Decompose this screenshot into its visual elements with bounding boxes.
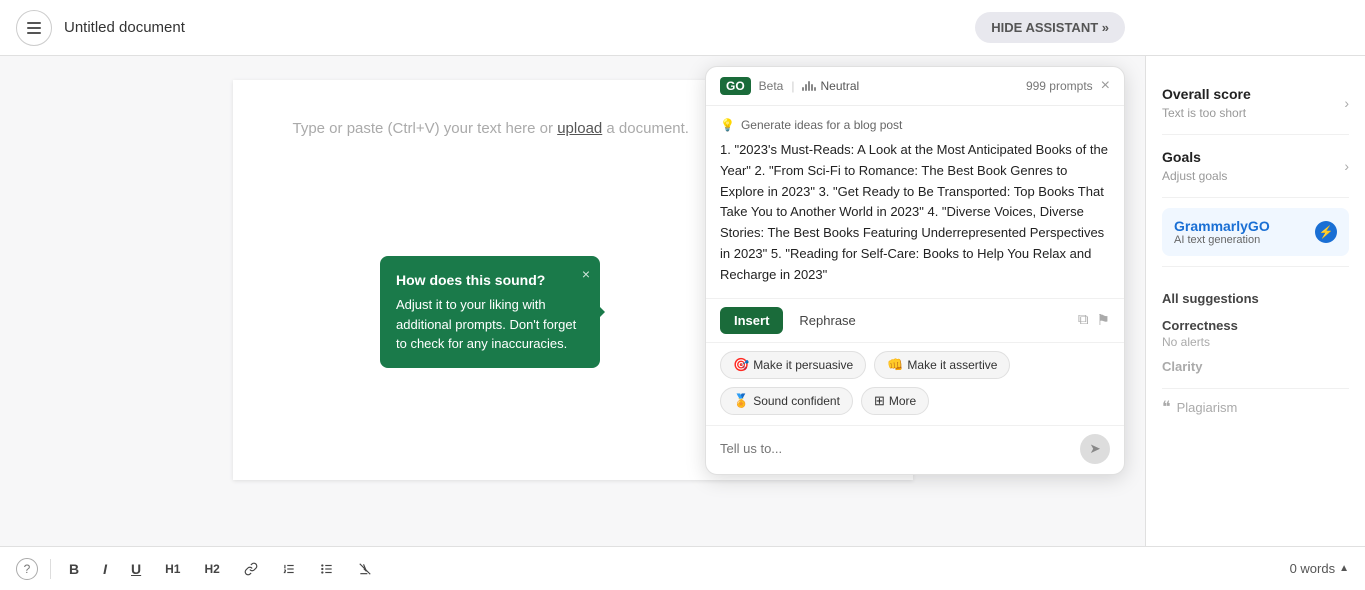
go-beta-label: Beta — [759, 79, 784, 93]
help-button[interactable]: ? — [16, 558, 38, 580]
right-sidebar: Overall score Text is too short › Goals … — [1145, 56, 1365, 546]
go-input-area: ➤ — [706, 425, 1124, 474]
neutral-bars-icon — [802, 81, 816, 91]
chip-confident[interactable]: 🏅 Sound confident — [720, 387, 853, 415]
menu-icon — [27, 22, 41, 34]
goals-row[interactable]: Goals Adjust goals › — [1162, 149, 1349, 183]
tooltip-title: How does this sound? — [396, 270, 584, 291]
flag-icon[interactable]: ⚑ — [1097, 311, 1110, 329]
fist-emoji: 👊 — [887, 357, 903, 373]
link-icon — [244, 562, 258, 576]
go-prompt-label: 💡 Generate ideas for a blog post — [720, 118, 1110, 132]
underline-button[interactable]: U — [125, 557, 147, 581]
target-emoji: 🎯 — [733, 357, 749, 373]
bold-button[interactable]: B — [63, 557, 85, 581]
goals-chevron: › — [1344, 158, 1349, 174]
clear-format-button[interactable] — [352, 558, 378, 580]
goals-title: Goals — [1162, 149, 1227, 165]
chip-assertive[interactable]: 👊 Make it assertive — [874, 351, 1010, 379]
link-button[interactable] — [238, 558, 264, 580]
grammarly-go-section: GrammarlyGO AI text generation ⚡ — [1162, 198, 1349, 267]
go-panel: GO Beta | Neutral 999 prompts × — [705, 66, 1125, 475]
correctness-title: Correctness — [1162, 312, 1349, 335]
all-suggestions-section: All suggestions Correctness No alerts Cl… — [1162, 267, 1349, 389]
lightbulb-icon: 💡 — [720, 118, 735, 132]
clarity-title: Clarity — [1162, 349, 1349, 374]
go-tell-us-input[interactable] — [720, 441, 1072, 456]
all-suggestions-title: All suggestions — [1162, 281, 1349, 312]
rephrase-button[interactable]: Rephrase — [791, 307, 863, 334]
go-neutral-indicator: Neutral — [802, 79, 859, 93]
clear-format-icon — [358, 562, 372, 576]
italic-button[interactable]: I — [97, 557, 113, 581]
go-badge: GO — [720, 77, 751, 95]
grammarly-go-label: GrammarlyGO — [1174, 218, 1270, 234]
go-chips: 🎯 Make it persuasive 👊 Make it assertive… — [706, 342, 1124, 425]
go-action-icons: ⧉ ⚑ — [1078, 311, 1110, 329]
go-panel-header: GO Beta | Neutral 999 prompts × — [706, 67, 1124, 106]
go-close-button[interactable]: × — [1101, 78, 1110, 94]
grammarly-go-sub: AI text generation — [1174, 234, 1270, 246]
insert-button[interactable]: Insert — [720, 307, 783, 334]
h2-button[interactable]: H2 — [198, 558, 225, 580]
hide-assistant-button[interactable]: HIDE ASSISTANT » — [975, 12, 1125, 43]
overall-score-row[interactable]: Overall score Text is too short › — [1162, 86, 1349, 120]
tooltip-body: Adjust it to your liking with additional… — [396, 295, 584, 354]
overall-score-chevron: › — [1344, 95, 1349, 111]
h1-button[interactable]: H1 — [159, 558, 186, 580]
upload-link[interactable]: upload — [557, 120, 602, 137]
overall-score-sub: Text is too short — [1162, 106, 1251, 120]
tooltip-bubble: × How does this sound? Adjust it to your… — [380, 256, 600, 368]
overall-score-section: Overall score Text is too short › — [1162, 72, 1349, 135]
chip-more[interactable]: ⊞ More — [861, 387, 929, 415]
word-count: 0 words ▲ — [1290, 561, 1349, 576]
menu-button[interactable] — [16, 10, 52, 46]
ordered-list-icon — [282, 562, 296, 576]
plagiarism-icon: ❝ — [1162, 397, 1171, 417]
doc-title: Untitled document — [64, 19, 185, 36]
overall-score-title: Overall score — [1162, 86, 1251, 102]
go-actions-row: Insert Rephrase ⧉ ⚑ — [706, 298, 1124, 342]
medal-emoji: 🏅 — [733, 393, 749, 409]
chip-persuasive[interactable]: 🎯 Make it persuasive — [720, 351, 866, 379]
go-response-text: 1. "2023's Must-Reads: A Look at the Mos… — [720, 140, 1110, 286]
unordered-list-icon — [320, 562, 334, 576]
grammarly-go-row[interactable]: GrammarlyGO AI text generation ⚡ — [1162, 208, 1349, 256]
go-prompts-count: 999 prompts — [1026, 79, 1093, 93]
toolbar-separator-1 — [50, 559, 51, 579]
go-panel-body: 💡 Generate ideas for a blog post 1. "202… — [706, 106, 1124, 298]
no-alerts-label: No alerts — [1162, 335, 1349, 349]
goals-sub: Adjust goals — [1162, 169, 1227, 183]
goals-section: Goals Adjust goals › — [1162, 135, 1349, 198]
go-send-button[interactable]: ➤ — [1080, 434, 1110, 464]
copy-icon[interactable]: ⧉ — [1078, 311, 1089, 329]
plagiarism-row[interactable]: ❝ Plagiarism — [1162, 389, 1349, 425]
tooltip-close-button[interactable]: × — [582, 264, 590, 285]
unordered-list-button[interactable] — [314, 558, 340, 580]
bottom-toolbar: ? B I U H1 H2 0 words ▲ — [0, 546, 1365, 590]
ordered-list-button[interactable] — [276, 558, 302, 580]
plagiarism-label: Plagiarism — [1177, 400, 1238, 415]
grammarly-go-icon: ⚡ — [1315, 221, 1337, 243]
send-icon: ➤ — [1089, 441, 1100, 457]
